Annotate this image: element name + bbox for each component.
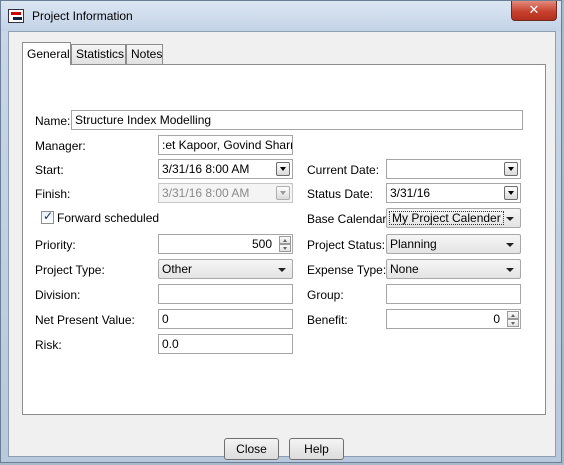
- current-date-label: Current Date:: [307, 163, 380, 177]
- window-close-button[interactable]: ✕: [511, 1, 557, 21]
- base-calendar-select[interactable]: My Project Calender: [386, 208, 521, 228]
- spinner-arrows-icon[interactable]: [507, 311, 519, 327]
- npv-field[interactable]: 0: [158, 309, 293, 329]
- start-date-picker[interactable]: 3/31/16 8:00 AM: [158, 159, 293, 179]
- project-status-label: Project Status:: [307, 238, 386, 252]
- npv-label: Net Present Value:: [35, 313, 135, 327]
- title-bar[interactable]: Project Information ✕: [1, 1, 561, 31]
- expense-type-select[interactable]: None: [386, 259, 521, 279]
- project-type-label: Project Type:: [35, 263, 105, 277]
- chevron-down-icon[interactable]: [276, 162, 290, 176]
- help-button[interactable]: Help: [289, 438, 344, 460]
- tab-statistics[interactable]: Statistics: [71, 44, 126, 64]
- benefit-label: Benefit:: [307, 313, 348, 327]
- forward-scheduled-checkbox[interactable]: [41, 209, 54, 224]
- expense-type-label: Expense Type:: [307, 263, 387, 277]
- risk-label: Risk:: [35, 338, 62, 352]
- chevron-down-icon: [506, 243, 514, 247]
- tab-general[interactable]: General: [22, 42, 71, 65]
- benefit-spinner[interactable]: 0: [386, 309, 521, 329]
- risk-field[interactable]: 0.0: [158, 334, 293, 354]
- status-date-label: Status Date:: [307, 187, 374, 201]
- dialog-body: General Statistics Notes Name: Structure…: [8, 31, 556, 460]
- finish-label: Finish:: [35, 187, 71, 201]
- project-information-window: Project Information ✕ General Statistics…: [0, 0, 562, 463]
- window-title: Project Information: [32, 9, 133, 23]
- division-field[interactable]: [158, 284, 293, 304]
- chevron-down-icon: [276, 186, 290, 200]
- division-label: Division:: [35, 288, 81, 302]
- project-app-icon: [8, 9, 24, 23]
- spinner-arrows-icon[interactable]: [279, 236, 291, 252]
- name-label: Name:: [35, 114, 71, 128]
- focused-value: My Project Calender: [389, 211, 504, 225]
- status-date-picker[interactable]: 3/31/16: [386, 183, 521, 203]
- base-calendar-label: Base Calendar:: [307, 212, 390, 226]
- chevron-down-icon[interactable]: [504, 186, 518, 200]
- forward-scheduled-label: Forward scheduled: [57, 211, 160, 225]
- tab-notes[interactable]: Notes: [126, 44, 163, 64]
- project-type-select[interactable]: Other: [158, 259, 293, 279]
- close-button[interactable]: Close: [224, 438, 279, 460]
- chevron-down-icon[interactable]: [504, 162, 518, 176]
- start-label: Start:: [35, 163, 64, 177]
- priority-spinner[interactable]: 500: [158, 234, 293, 254]
- chevron-down-icon: [278, 268, 286, 272]
- project-status-select[interactable]: Planning: [386, 234, 521, 254]
- manager-field[interactable]: :et Kapoor, Govind Sharma: [158, 135, 293, 155]
- group-label: Group:: [307, 288, 344, 302]
- general-panel: Name: Structure Index Modelling Manager:…: [22, 64, 546, 415]
- chevron-down-icon: [506, 268, 514, 272]
- chevron-down-icon: [506, 217, 514, 221]
- name-field[interactable]: Structure Index Modelling: [71, 110, 523, 130]
- current-date-picker[interactable]: [386, 159, 521, 179]
- manager-label: Manager:: [35, 139, 86, 153]
- group-field[interactable]: [386, 284, 521, 304]
- finish-date-picker: 3/31/16 8:00 AM: [158, 183, 293, 203]
- priority-label: Priority:: [35, 238, 76, 252]
